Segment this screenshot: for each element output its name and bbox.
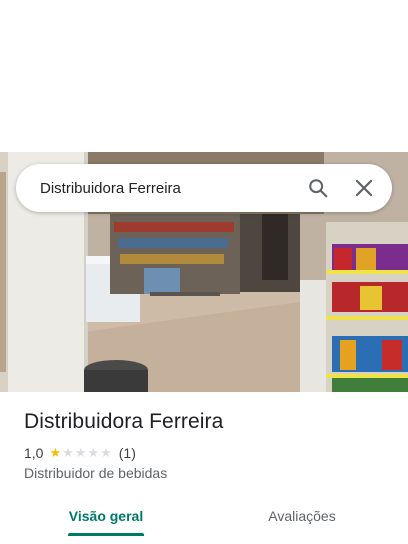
close-icon[interactable] <box>348 172 380 204</box>
star-icon: ★ <box>49 445 62 460</box>
review-count[interactable]: (1) <box>119 445 136 461</box>
tab-bar: Visão geral Avaliações <box>0 496 408 544</box>
place-category: Distribuidor de bebidas <box>24 465 168 481</box>
star-rating: ★ ★ ★ ★ ★ <box>49 446 112 460</box>
search-icon[interactable] <box>302 172 334 204</box>
rating-value: 1,0 <box>24 445 44 461</box>
star-icon: ★ <box>87 445 100 460</box>
star-icon: ★ <box>74 445 87 460</box>
place-name: Distribuidora Ferreira <box>24 410 224 433</box>
search-query-text[interactable]: Distribuidora Ferreira <box>40 180 288 197</box>
rating-row[interactable]: 1,0 ★ ★ ★ ★ ★ (1) <box>24 445 136 461</box>
blank-area <box>0 0 408 152</box>
tab-reviews[interactable]: Avaliações <box>258 496 346 536</box>
tab-overview[interactable]: Visão geral <box>64 496 148 536</box>
search-bar[interactable]: Distribuidora Ferreira <box>16 164 392 212</box>
star-icon: ★ <box>100 445 112 460</box>
active-tab-indicator <box>68 533 144 536</box>
star-icon: ★ <box>62 445 74 460</box>
